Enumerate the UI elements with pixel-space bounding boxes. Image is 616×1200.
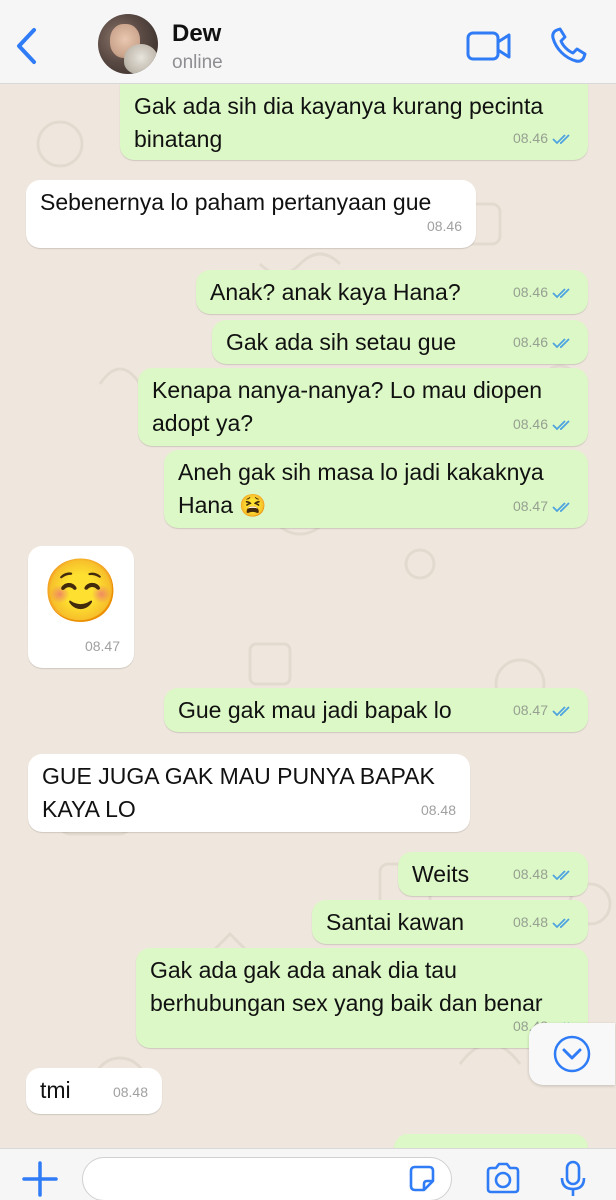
contact-status: online [172, 52, 223, 73]
message-bubble-incoming[interactable]: Sebenernya lo paham pertanyaan gue 08.46 [26, 180, 476, 248]
double-check-icon [552, 705, 570, 716]
video-camera-icon [466, 31, 511, 61]
message-bubble-outgoing[interactable]: Weits 08.48 [398, 852, 588, 896]
message-bubble-outgoing[interactable]: Kenapa nanya-nanya? Lo mau diopen adopt … [138, 368, 588, 446]
contact-name[interactable]: Dew [172, 20, 221, 48]
message-time: 08.46 [512, 130, 548, 146]
message-time: 08.46 [512, 334, 548, 350]
double-check-icon [552, 133, 570, 144]
voice-call-button[interactable] [548, 26, 588, 66]
message-time: 08.48 [512, 914, 548, 930]
chevron-down-circle-icon [553, 1035, 591, 1073]
scroll-to-bottom-button[interactable] [529, 1023, 615, 1085]
message-bubble-outgoing[interactable]: Santai kawan 08.48 [312, 900, 588, 944]
message-time: 08.47 [84, 638, 120, 654]
double-check-icon [552, 419, 570, 430]
plus-icon [22, 1161, 58, 1197]
message-time: 08.46 [512, 416, 548, 432]
tired-face-emoji: 😫 [239, 493, 267, 518]
message-time: 08.48 [512, 866, 548, 882]
sticker-button[interactable] [406, 1163, 438, 1195]
double-check-icon [552, 917, 570, 928]
message-bubble-outgoing[interactable]: Gak ada sih setau gue 08.46 [212, 320, 588, 364]
message-time: 08.47 [512, 498, 548, 514]
microphone-icon [560, 1160, 586, 1196]
double-check-icon [552, 501, 570, 512]
message-bubble-incoming[interactable]: tmi 08.48 [26, 1068, 162, 1114]
double-check-icon [552, 869, 570, 880]
avatar[interactable] [98, 14, 158, 74]
message-bubble-incoming[interactable]: ☺️ 08.47 [28, 546, 134, 668]
message-time: 08.47 [512, 702, 548, 718]
microphone-button[interactable] [558, 1159, 588, 1199]
message-time: 08.48 [420, 802, 456, 818]
message-list[interactable]: Gak ada sih dia kayanya kurang pecinta b… [0, 84, 616, 1148]
message-bubble-outgoing[interactable]: Gak ada sih dia kayanya kurang pecinta b… [120, 84, 588, 160]
message-text: Gak ada gak ada anak dia tau berhubungan… [150, 957, 543, 1016]
message-time: 08.48 [112, 1084, 148, 1100]
message-text: Kenapa nanya-nanya? Lo mau diopen adopt … [152, 377, 549, 436]
double-check-icon [552, 337, 570, 348]
message-bubble-outgoing[interactable]: Gue gak mau jadi bapak lo 08.47 [164, 688, 588, 732]
message-bubble-outgoing[interactable]: Gak ada gak ada anak dia tau berhubungan… [136, 948, 588, 1048]
phone-icon [551, 27, 587, 63]
chat-header: Dew online [0, 0, 616, 84]
camera-button[interactable] [484, 1161, 522, 1195]
message-text: Gak ada sih dia kayanya kurang pecinta b… [134, 93, 550, 152]
message-bubble-outgoing[interactable]: Aneh gak sih masa lo jadi kakaknya Hana … [164, 450, 588, 528]
sticker-icon [409, 1165, 435, 1192]
camera-icon [486, 1162, 520, 1194]
double-check-icon [552, 287, 570, 298]
message-time: 08.46 [426, 218, 462, 234]
video-call-button[interactable] [466, 28, 512, 64]
smiling-face-emoji: ☺️ [42, 557, 120, 626]
message-time: 08.46 [512, 284, 548, 300]
message-bubble-incoming[interactable]: GUE JUGA GAK MAU PUNYA BAPAK KAYA LO 08.… [28, 754, 470, 832]
message-bubble-outgoing-partial[interactable] [394, 1134, 588, 1148]
attach-button[interactable] [20, 1159, 60, 1199]
message-text: GUE JUGA GAK MAU PUNYA BAPAK KAYA LO [42, 763, 442, 822]
composer-bar [0, 1148, 616, 1200]
message-text: Sebenernya lo paham pertanyaan gue [40, 189, 432, 215]
back-button[interactable] [8, 24, 44, 68]
message-bubble-outgoing[interactable]: Anak? anak kaya Hana? 08.46 [196, 270, 588, 314]
message-input[interactable] [82, 1157, 452, 1200]
message-text: Aneh gak sih masa lo jadi kakaknya Hana [178, 459, 551, 518]
chevron-left-icon [17, 28, 36, 64]
